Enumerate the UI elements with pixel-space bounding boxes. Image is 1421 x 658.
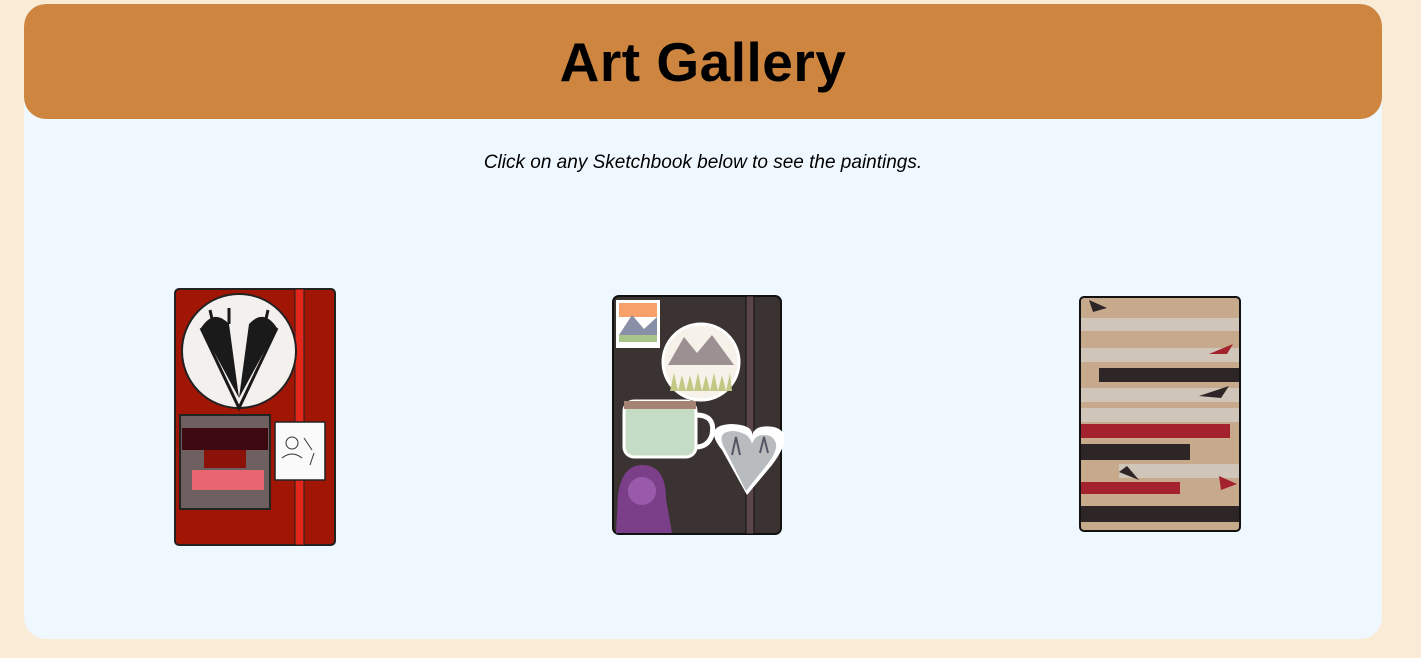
red-sketchbook-icon: [174, 288, 336, 546]
sketchbook-red[interactable]: [174, 288, 338, 548]
fish-pattern-sketchbook-icon: [1079, 296, 1241, 532]
page-title: Art Gallery: [559, 30, 847, 93]
instructions-text: Click on any Sketchbook below to see the…: [483, 152, 923, 173]
black-sketchbook-icon: [612, 295, 784, 535]
gallery-card: Art Gallery Click on any Sketchbook belo…: [24, 4, 1382, 639]
sketchbook-fish[interactable]: [1079, 296, 1241, 534]
sketchbook-black[interactable]: [612, 295, 784, 539]
header-banner: Art Gallery: [24, 4, 1382, 119]
